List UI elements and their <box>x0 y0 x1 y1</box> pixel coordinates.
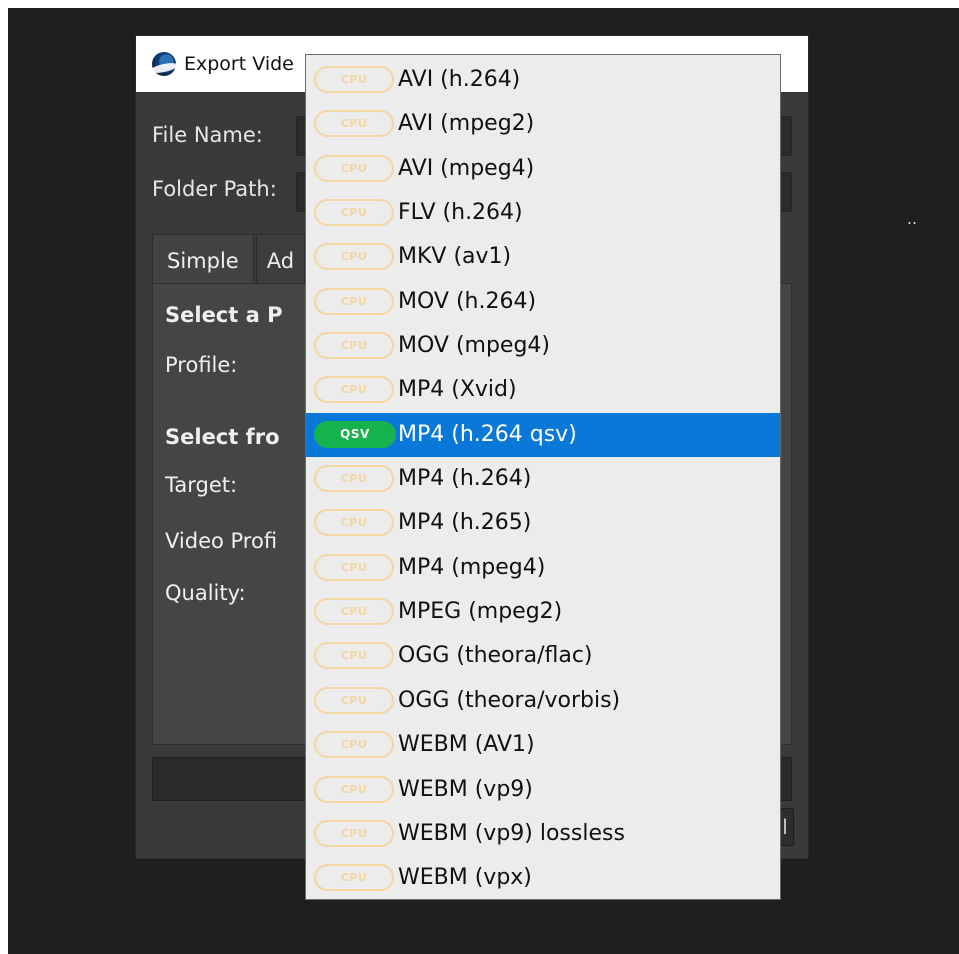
encoder-badge: CPU <box>314 154 394 182</box>
dropdown-option[interactable]: CPU MP4 (h.264) <box>306 457 780 501</box>
screen-background: Export Vide File Name: Folder Path: .. S… <box>8 8 959 954</box>
dropdown-option-label: MPEG (mpeg2) <box>398 599 563 625</box>
dropdown-option[interactable]: CPU MOV (h.264) <box>306 280 780 324</box>
dropdown-option-label: MKV (av1) <box>398 244 512 270</box>
dialog-title: Export Vide <box>184 53 294 75</box>
encoder-badge: CPU <box>314 243 394 271</box>
dropdown-option[interactable]: CPU WEBM (vp9) <box>306 768 780 812</box>
dropdown-option-label: WEBM (vp9) lossless <box>398 820 625 846</box>
encoder-badge: CPU <box>314 819 394 847</box>
dropdown-option-label: MP4 (h.265) <box>398 510 532 536</box>
video-profile-label: Video Profi <box>165 529 278 553</box>
encoder-badge: CPU <box>314 199 394 227</box>
dropdown-option-label: MP4 (mpeg4) <box>398 554 546 580</box>
export-tabs: Simple Ad <box>152 234 306 286</box>
dropdown-option-label: WEBM (AV1) <box>398 732 535 758</box>
dropdown-option-label: AVI (mpeg2) <box>398 111 535 137</box>
encoder-badge: CPU <box>314 376 394 404</box>
encoder-badge: CPU <box>314 66 394 93</box>
encoder-badge: CPU <box>314 509 394 537</box>
dropdown-option[interactable]: CPU MPEG (mpeg2) <box>306 590 780 634</box>
dropdown-option-label: WEBM (vp9) <box>398 776 533 802</box>
profile-label: Profile: <box>165 353 238 377</box>
encoder-badge: QSV <box>314 420 396 448</box>
encoder-badge: CPU <box>314 465 394 493</box>
app-logo-icon <box>152 52 176 76</box>
dropdown-option[interactable]: CPU MOV (mpeg4) <box>306 324 780 368</box>
profile-dropdown-list[interactable]: CPU AVI (h.264) CPU AVI (mpeg2) CPU AVI (mpeg… <box>305 54 781 900</box>
dropdown-option-label: WEBM (vpx) <box>398 865 532 891</box>
encoder-badge: CPU <box>314 110 394 138</box>
dropdown-option-label: FLV (h.264) <box>398 200 523 226</box>
browse-folder-button-partial[interactable]: .. <box>904 199 920 239</box>
encoder-badge: CPU <box>314 287 394 315</box>
encoder-badge: CPU <box>314 553 394 581</box>
dropdown-option[interactable]: CPU OGG (theora/vorbis) <box>306 679 780 723</box>
select-from-heading: Select fro <box>165 425 280 449</box>
tab-advanced-partial[interactable]: Ad <box>255 234 306 286</box>
dropdown-option-label: MP4 (h.264) <box>398 466 532 492</box>
encoder-badge: CPU <box>314 731 394 759</box>
dropdown-option[interactable]: CPU MKV (av1) <box>306 235 780 279</box>
dropdown-option-label: MP4 (Xvid) <box>398 377 517 403</box>
dropdown-option[interactable]: CPU WEBM (vpx) <box>306 856 780 900</box>
folder-path-label: Folder Path: <box>152 177 277 201</box>
quality-label: Quality: <box>165 581 246 605</box>
encoder-badge: CPU <box>314 332 394 360</box>
file-name-label: File Name: <box>152 123 263 147</box>
dropdown-option[interactable]: QSV MP4 (h.264 qsv) <box>306 412 780 458</box>
encoder-badge: CPU <box>314 642 394 670</box>
dropdown-option-label: MOV (h.264) <box>398 288 537 314</box>
dropdown-option-label: AVI (mpeg4) <box>398 155 535 181</box>
dropdown-option[interactable]: CPU MP4 (h.265) <box>306 501 780 545</box>
dropdown-option[interactable]: CPU OGG (theora/flac) <box>306 634 780 678</box>
encoder-badge: CPU <box>314 686 394 714</box>
dropdown-option[interactable]: CPU AVI (mpeg4) <box>306 147 780 191</box>
encoder-badge: CPU <box>314 864 394 892</box>
select-profile-heading: Select a P <box>165 303 283 327</box>
dropdown-option[interactable]: CPU MP4 (Xvid) <box>306 368 780 412</box>
dropdown-option[interactable]: CPU WEBM (vp9) lossless <box>306 812 780 856</box>
tab-simple[interactable]: Simple <box>152 234 254 286</box>
dropdown-option[interactable]: CPU AVI (mpeg2) <box>306 102 780 146</box>
dropdown-option-label: AVI (h.264) <box>398 67 521 92</box>
dropdown-option-label: MOV (mpeg4) <box>398 333 551 359</box>
dropdown-option[interactable]: CPU WEBM (AV1) <box>306 723 780 767</box>
dropdown-option[interactable]: CPU FLV (h.264) <box>306 191 780 235</box>
dropdown-option-label: OGG (theora/flac) <box>398 643 593 669</box>
dropdown-option-label: MP4 (h.264 qsv) <box>398 421 577 447</box>
encoder-badge: CPU <box>314 598 394 626</box>
dropdown-option[interactable]: CPU MP4 (mpeg4) <box>306 546 780 590</box>
dropdown-option[interactable]: CPU AVI (h.264) <box>306 58 780 102</box>
dropdown-option-label: OGG (theora/vorbis) <box>398 687 621 713</box>
encoder-badge: CPU <box>314 775 394 803</box>
target-label: Target: <box>165 473 238 497</box>
